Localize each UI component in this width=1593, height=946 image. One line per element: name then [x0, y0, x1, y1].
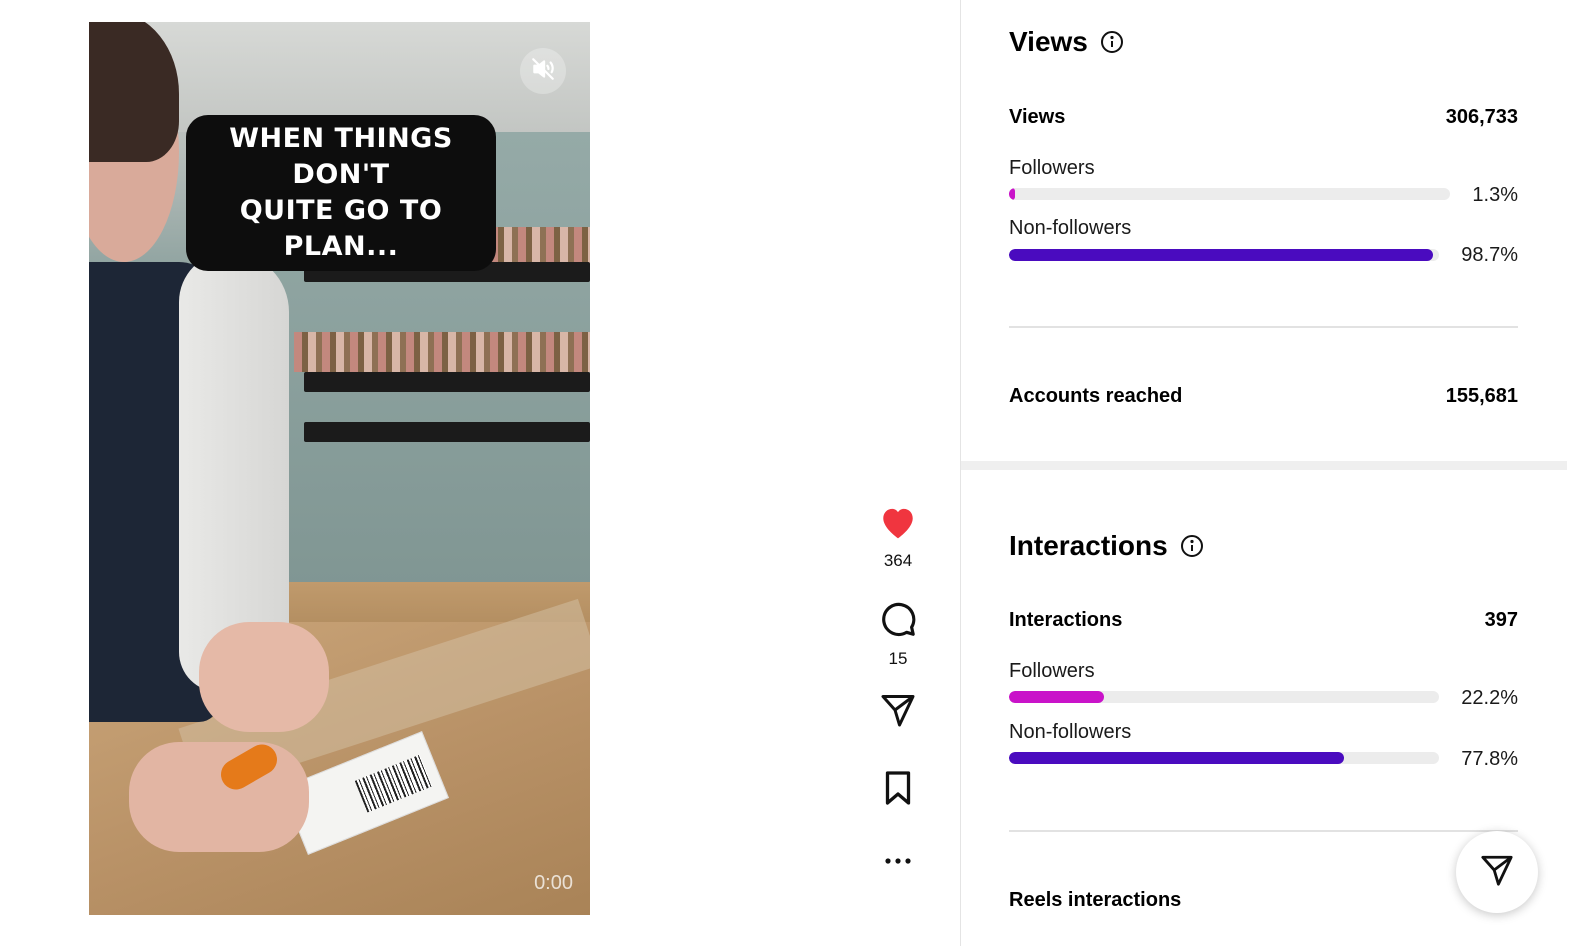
save-action [872, 770, 924, 811]
comment-icon[interactable] [879, 600, 917, 643]
video-scene-shelf [304, 422, 590, 442]
section-separator [961, 461, 1567, 470]
like-count: 364 [883, 551, 913, 570]
views-followers-bar [1009, 188, 1450, 200]
reel-video[interactable]: WHEN THINGS DON'T QUITE GO TO PLAN... 0:… [89, 22, 590, 915]
like-action: 364 [872, 504, 924, 571]
interactions-total-row: Interactions 397 [1009, 609, 1518, 632]
interactions-followers-bar [1009, 691, 1439, 703]
views-followers-label: Followers [1009, 157, 1095, 179]
accounts-reached-value: 155,681 [1445, 385, 1518, 407]
bookmark-icon[interactable] [882, 770, 914, 811]
views-nonfollowers-pct: 98.7% [1461, 244, 1518, 266]
views-total-value: 306,733 [1445, 106, 1518, 128]
views-title: Views [1009, 26, 1088, 57]
insights-panel: Views Views 306,733 Followers 1.3% Non-f… [960, 0, 1567, 946]
floating-share-button[interactable] [1456, 831, 1538, 913]
views-total-row: Views 306,733 [1009, 106, 1518, 129]
reels-interactions-row[interactable]: Reels interactions [1009, 889, 1518, 912]
mute-button[interactable] [520, 48, 566, 94]
speaker-muted-icon [530, 56, 556, 87]
interactions-nonfollowers-label: Non-followers [1009, 721, 1132, 743]
interactions-followers-pct: 22.2% [1461, 687, 1518, 709]
share-action [872, 692, 924, 733]
video-time: 0:00 [534, 872, 573, 894]
views-divider [1009, 326, 1518, 328]
interactions-followers-label: Followers [1009, 660, 1095, 682]
interactions-total-label: Interactions [1009, 609, 1123, 631]
interactions-followers-bar-fill [1009, 691, 1105, 703]
interactions-divider [1009, 830, 1518, 832]
views-section-title: Views [1009, 26, 1124, 58]
views-followers-bar-fill [1009, 188, 1015, 200]
accounts-reached-row: Accounts reached 155,681 [1009, 385, 1518, 408]
info-icon[interactable] [1100, 30, 1124, 54]
accounts-reached-label: Accounts reached [1009, 385, 1183, 407]
interactions-total-value: 397 [1484, 609, 1518, 631]
interactions-nonfollowers-bar-fill [1009, 752, 1344, 764]
heart-icon[interactable] [878, 504, 918, 545]
reels-interactions-label: Reels interactions [1009, 889, 1182, 911]
interactions-nonfollowers-bar [1009, 752, 1439, 764]
views-nonfollowers-bar [1009, 249, 1439, 261]
video-scene-shelf [304, 372, 590, 392]
comment-action: 15 [872, 600, 924, 669]
video-caption: WHEN THINGS DON'T QUITE GO TO PLAN... [186, 115, 496, 271]
more-action [872, 852, 924, 870]
views-nonfollowers-label: Non-followers [1009, 217, 1132, 239]
send-icon [1479, 853, 1515, 892]
more-options-icon[interactable] [883, 852, 913, 870]
interactions-title: Interactions [1009, 530, 1168, 561]
views-followers-pct: 1.3% [1472, 184, 1518, 206]
video-scene-flowers [294, 332, 590, 372]
interactions-nonfollowers-pct: 77.8% [1461, 748, 1518, 770]
info-icon[interactable] [1180, 534, 1204, 558]
comment-count: 15 [888, 649, 908, 668]
views-nonfollowers-bar-fill [1009, 249, 1434, 261]
send-icon[interactable] [879, 692, 917, 733]
views-total-label: Views [1009, 106, 1066, 128]
interactions-section-title: Interactions [1009, 530, 1204, 562]
